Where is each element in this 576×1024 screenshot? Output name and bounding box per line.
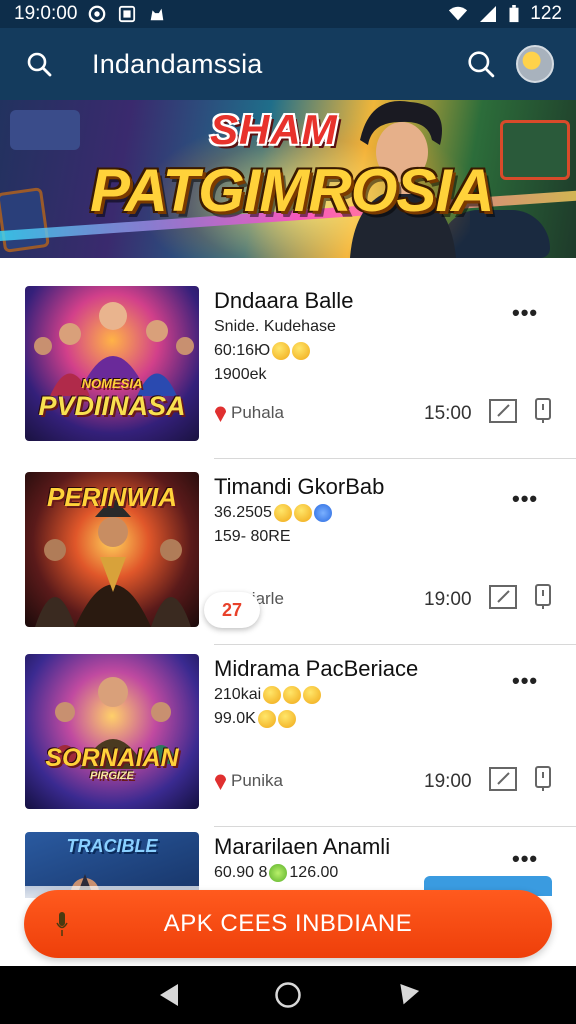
location-pin-icon <box>215 774 226 790</box>
phone-icon[interactable] <box>535 398 551 424</box>
game-meta: Snide. Kudehase <box>214 318 336 335</box>
list-item[interactable]: NOMESIA PVDIINASA Dndaara Balle Snide. K… <box>0 258 576 459</box>
cat-icon <box>151 8 164 21</box>
game-location: Punika <box>214 771 283 791</box>
cta-label: APK CEES INBDIANE <box>163 910 413 937</box>
avatar[interactable] <box>516 45 554 83</box>
game-rating: 99.0K <box>214 710 296 728</box>
phone-icon[interactable] <box>535 766 551 792</box>
system-nav-bar <box>0 966 576 1024</box>
edit-icon[interactable] <box>489 767 517 791</box>
game-title[interactable]: Dndaara Balle <box>214 288 353 314</box>
game-thumbnail[interactable]: NOMESIA PVDIINASA <box>25 286 199 441</box>
wifi-icon <box>449 6 468 21</box>
game-thumbnail[interactable]: PERINWIA <box>25 472 199 627</box>
download-apk-button[interactable]: APK CEES INBDIANE <box>24 890 552 958</box>
smiley-icon <box>277 710 296 728</box>
game-rating: 60:16Ю <box>214 342 311 360</box>
list-item[interactable]: PERINWIA Timandi GkorBab 36.2505 159- 80… <box>0 444 576 645</box>
smiley-icon <box>303 686 322 704</box>
thumbnail-title: PVDIINASA <box>38 391 186 421</box>
thumbs-up-icon <box>269 864 288 882</box>
list-item[interactable]: SORNAIAN PIRGIZE Midrama PacBeriace 210k… <box>0 626 576 827</box>
status-time: 19:0:00 <box>14 3 78 24</box>
thumbs-up-icon <box>263 686 282 704</box>
status-bar: 19:0:00 122 <box>0 0 576 28</box>
battery-level: 122 <box>530 3 562 24</box>
promo-banner[interactable]: SHAM PATGIMROSIA <box>0 100 576 258</box>
game-time: 19:00 <box>424 589 472 610</box>
banner-title: PATGIMROSIA <box>90 157 494 224</box>
game-meta: 60.90 8 126.00 <box>214 864 339 882</box>
phone-icon[interactable] <box>535 584 551 610</box>
back-icon[interactable] <box>154 980 184 1010</box>
banner-screen-deco <box>10 110 80 150</box>
banner-screen-deco <box>0 187 50 253</box>
game-thumbnail[interactable]: SORNAIAN PIRGIZE <box>25 654 199 809</box>
more-options-button[interactable]: ••• <box>512 668 538 694</box>
game-time: 15:00 <box>424 403 472 424</box>
thumbnail-title: TRACIBLE <box>66 836 158 856</box>
search-icon[interactable] <box>22 47 56 81</box>
game-rating: 159- 80RE <box>214 528 291 545</box>
photo-icon <box>119 5 136 23</box>
banner-subtitle: SHAM <box>210 106 338 153</box>
location-pin-icon <box>215 406 226 422</box>
thumbnail-title: PERINWIA <box>47 482 177 512</box>
thumbnail-title: PIRGIZE <box>89 770 134 782</box>
banner-screen-deco <box>500 120 570 180</box>
thumbs-up-icon <box>293 504 312 522</box>
thumbnail-art <box>47 677 179 769</box>
battery-icon <box>509 5 519 23</box>
smiley-icon <box>292 342 311 360</box>
signal-icon <box>480 6 497 22</box>
game-location: Puhala <box>214 403 284 423</box>
game-downloads: 1900ek <box>214 366 267 383</box>
thumbnail-title: SORNAIAN <box>45 744 179 772</box>
home-icon[interactable] <box>273 980 303 1010</box>
thumbs-up-icon <box>273 504 292 522</box>
notification-icon <box>89 5 106 23</box>
edit-icon[interactable] <box>489 585 517 609</box>
more-options-button[interactable]: ••• <box>512 300 538 326</box>
thumbnail-title: NOMESIA <box>81 376 143 391</box>
game-meta: 210kai <box>214 686 322 704</box>
edit-icon[interactable] <box>489 399 517 423</box>
recents-icon[interactable] <box>392 980 422 1010</box>
game-title[interactable]: Mararilaen Anamli <box>214 834 390 860</box>
game-meta: 36.2505 <box>214 504 332 522</box>
more-options-button[interactable]: ••• <box>512 486 538 512</box>
game-title[interactable]: Timandi GkorBab <box>214 474 384 500</box>
app-title: Indandamssia <box>92 48 263 79</box>
thumbs-up-icon <box>283 686 302 704</box>
thumbs-up-icon <box>272 342 291 360</box>
game-time: 19:00 <box>424 771 472 792</box>
game-title[interactable]: Midrama PacBeriace <box>214 656 418 682</box>
hand-icon <box>313 504 332 522</box>
search-icon[interactable] <box>464 47 498 81</box>
game-list: NOMESIA PVDIINASA Dndaara Balle Snide. K… <box>0 258 576 898</box>
app-bar: Indandamssia <box>0 28 576 100</box>
thumbs-up-icon <box>257 710 276 728</box>
mic-icon <box>56 912 68 936</box>
more-options-button[interactable]: ••• <box>512 846 538 872</box>
floating-badge[interactable]: 27 <box>204 592 260 628</box>
